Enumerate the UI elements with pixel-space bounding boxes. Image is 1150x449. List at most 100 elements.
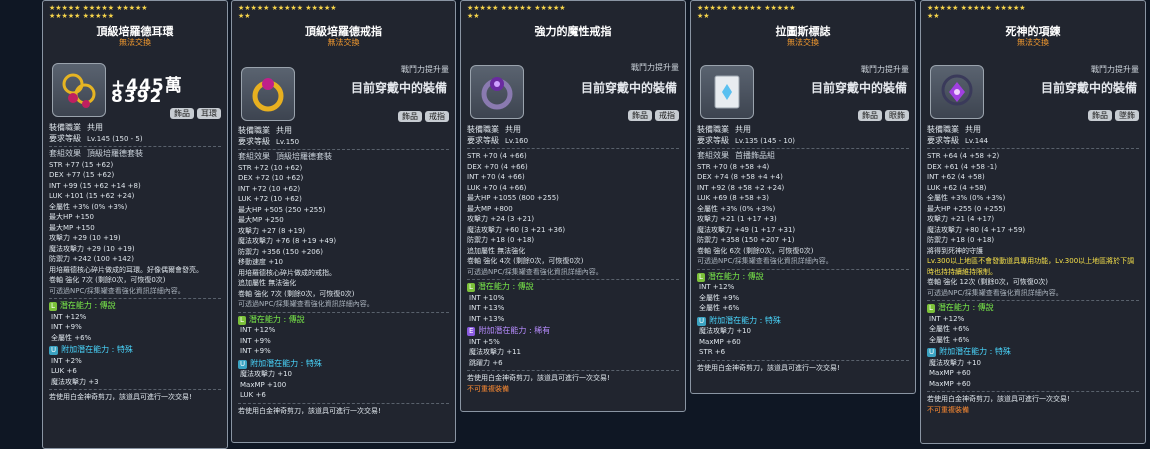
currently-equipped-label: 目前穿戴中的裝備 xyxy=(580,81,677,95)
pendant-icon xyxy=(930,65,984,119)
legendary-grade-icon: L xyxy=(927,304,935,313)
potential-line: INT +12% xyxy=(929,314,965,323)
legendary-grade-icon: L xyxy=(49,302,57,311)
stat-line: INT +99 (15 +62 +14 +8) xyxy=(49,181,141,190)
item-title: 死神的項鍊 xyxy=(1005,25,1061,38)
additional-potential-line: MaxMP +60 xyxy=(699,337,741,346)
potential-line: INT +9% xyxy=(240,347,271,355)
legendary-grade-icon: L xyxy=(238,315,246,325)
stat-line: 魔法攻擊力 +29 (10 +19) xyxy=(49,244,135,253)
stat-line: 最大HP +255 (0 +255) xyxy=(927,204,1006,213)
stat-line: INT +92 (8 +58 +2 +24) xyxy=(697,183,785,192)
stat-line: LUK +70 (4 +66) xyxy=(467,183,527,192)
set-name: 頂級培羅德套裝 xyxy=(276,152,332,161)
stat-line: LUK +69 (8 +58 +3) xyxy=(697,194,769,202)
stat-line: 防禦力 +18 (0 +18) xyxy=(927,236,995,244)
job-value: 共用 xyxy=(735,125,751,134)
unique-grade-icon: U xyxy=(697,316,707,326)
scissors-note: 若使用白金神奇剪刀，該道具可進行一次交易! xyxy=(238,406,381,415)
potential-line: 全屬性 +6% xyxy=(929,335,970,344)
additional-potential-line: 魔法攻擊力 +10 xyxy=(240,370,292,378)
potential-label: 潛在能力 : 傳說 xyxy=(59,301,116,310)
stat-line: 最大HP +150 xyxy=(49,213,94,221)
additional-potential-label: 附加潛在能力 : 特殊 xyxy=(250,358,322,368)
scissors-note: 若使用白金神奇剪刀，該道具可進行一次交易! xyxy=(467,374,610,382)
cp-label: 戰鬥力提升量 xyxy=(861,65,909,74)
level-value: Lv.160 xyxy=(505,136,529,145)
scissors-note: 若使用白金神奇剪刀，該道具可進行一次交易! xyxy=(927,395,1070,403)
equip-restriction: 不可重複裝備 xyxy=(467,384,509,393)
additional-potential-line: INT +5% xyxy=(469,337,500,346)
job-label: 裝備職業 xyxy=(927,125,959,134)
stat-line: STR +77 (15 +62) xyxy=(49,160,114,169)
category-tag: 飾品 xyxy=(858,110,882,121)
scroll-upgrade: 卷軸 強化 7次 (剩餘0次，可恢復0次) xyxy=(49,276,166,284)
potential-label: 潛在能力 : 傳說 xyxy=(248,314,305,324)
stat-line: DEX +77 (15 +62) xyxy=(49,171,115,179)
stat-line: 攻擊力 +29 (10 +19) xyxy=(49,234,121,242)
stat-line: LUK +72 (10 +62) xyxy=(238,195,302,203)
additional-potential-line: 魔法攻擊力 +10 xyxy=(699,327,751,335)
item-description: 用培羅德核心碎片做成的耳環。好像偶爾會發亮。 xyxy=(49,265,203,274)
stat-line: 最大MP +800 xyxy=(467,204,513,213)
scroll-upgrade: 卷軸 強化 4次 (剩餘0次，可恢復0次) xyxy=(467,257,584,265)
stat-line: 攻擊力 +21 (4 +17) xyxy=(927,215,995,223)
extra-option-note: 追加屬性 無法強化 xyxy=(238,279,297,287)
emblem-icon xyxy=(700,65,754,119)
scroll-upgrade: 卷軸 強化 12次 (剩餘0次，可恢復0次) xyxy=(927,278,1048,286)
additional-potential-line: INT +2% xyxy=(51,356,82,365)
level-label: 要求等級 xyxy=(697,135,729,145)
job-label: 裝備職業 xyxy=(467,125,499,134)
potential-line: INT +9% xyxy=(240,336,271,345)
additional-potential-line: LUK +6 xyxy=(240,391,266,399)
earring-icon xyxy=(52,63,106,117)
item-title: 拉圖斯標誌 xyxy=(775,25,831,38)
additional-potential-line: MaxMP +60 xyxy=(929,369,971,377)
potential-line: INT +10% xyxy=(469,293,505,302)
stat-line: INT +72 (10 +62) xyxy=(238,184,301,193)
additional-potential-line: STR +6 xyxy=(699,348,726,356)
scroll-upgrade: 卷軸 強化 6次 (剩餘0次，可恢復0次) xyxy=(697,246,814,255)
job-label: 裝備職業 xyxy=(697,125,729,134)
job-label: 裝備職業 xyxy=(49,123,81,132)
trade-note: 無法交換 xyxy=(327,38,360,47)
potential-line: 全屬性 +6% xyxy=(699,304,740,312)
job-label: 裝備職業 xyxy=(238,126,270,135)
scroll-note: 可透過NPC/採集罐查看強化資訊詳細內容。 xyxy=(467,267,603,276)
set-label: 套組效果 xyxy=(49,149,81,158)
epic-grade-icon: E xyxy=(467,327,476,336)
legendary-grade-icon: L xyxy=(697,272,705,282)
equip-restriction: 不可重複裝備 xyxy=(927,405,969,414)
item-description: 用培羅德核心碎片做成的戒指。 xyxy=(238,268,336,277)
potential-line: INT +13% xyxy=(469,314,505,323)
level-label: 要求等級 xyxy=(238,136,270,146)
stat-line: 全屬性 +3% (0% +3%) xyxy=(697,204,776,213)
additional-potential-line: MaxMP +100 xyxy=(240,380,287,389)
item-title: 頂級培羅德耳環 xyxy=(96,25,174,38)
scroll-note: 可透過NPC/採集罐查看強化資訊詳細內容。 xyxy=(927,288,1063,297)
potential-label: 潛在能力 : 傳說 xyxy=(937,303,994,312)
additional-potential-line: 魔法攻擊力 +11 xyxy=(469,348,521,356)
stat-line: 最大HP +505 (250 +255) xyxy=(238,205,326,214)
scroll-note: 可透過NPC/採集罐查看強化資訊詳細內容。 xyxy=(49,286,185,295)
ring-icon xyxy=(241,67,295,121)
stat-line: DEX +72 (10 +62) xyxy=(238,174,304,182)
stat-line: 魔法攻擊力 +80 (4 +17 +59) xyxy=(927,225,1026,234)
unique-grade-icon: U xyxy=(238,359,248,369)
additional-potential-line: LUK +6 xyxy=(51,367,77,375)
scroll-note: 可透過NPC/採集罐查看強化資訊詳細內容。 xyxy=(697,257,833,265)
potential-line: 全屬性 +6% xyxy=(51,333,92,342)
stat-line: 最大MP +250 xyxy=(238,216,284,224)
tooltip-ring: ★★★★★ ★★★★★ ★★★★★ ★★ 頂級培羅德戒指 無法交換 戰鬥力提升量 … xyxy=(231,0,456,443)
trade-note: 無法交換 xyxy=(119,38,151,47)
stat-line: STR +64 (4 +58 +2) xyxy=(927,152,1000,160)
potential-line: INT +13% xyxy=(469,304,505,312)
category-tag: 飾品 xyxy=(1088,110,1112,121)
additional-potential-label: 附加潛在能力 : 特殊 xyxy=(709,315,781,325)
stat-line: LUK +62 (4 +58) xyxy=(927,183,987,192)
level-label: 要求等級 xyxy=(467,135,499,145)
stat-line: INT +70 (4 +66) xyxy=(467,173,525,181)
stat-line: 防禦力 +356 (150 +206) xyxy=(238,247,323,256)
additional-potential-line: MaxMP +60 xyxy=(929,379,971,388)
level-value: Lv.145 (150 - 5) xyxy=(87,134,143,143)
